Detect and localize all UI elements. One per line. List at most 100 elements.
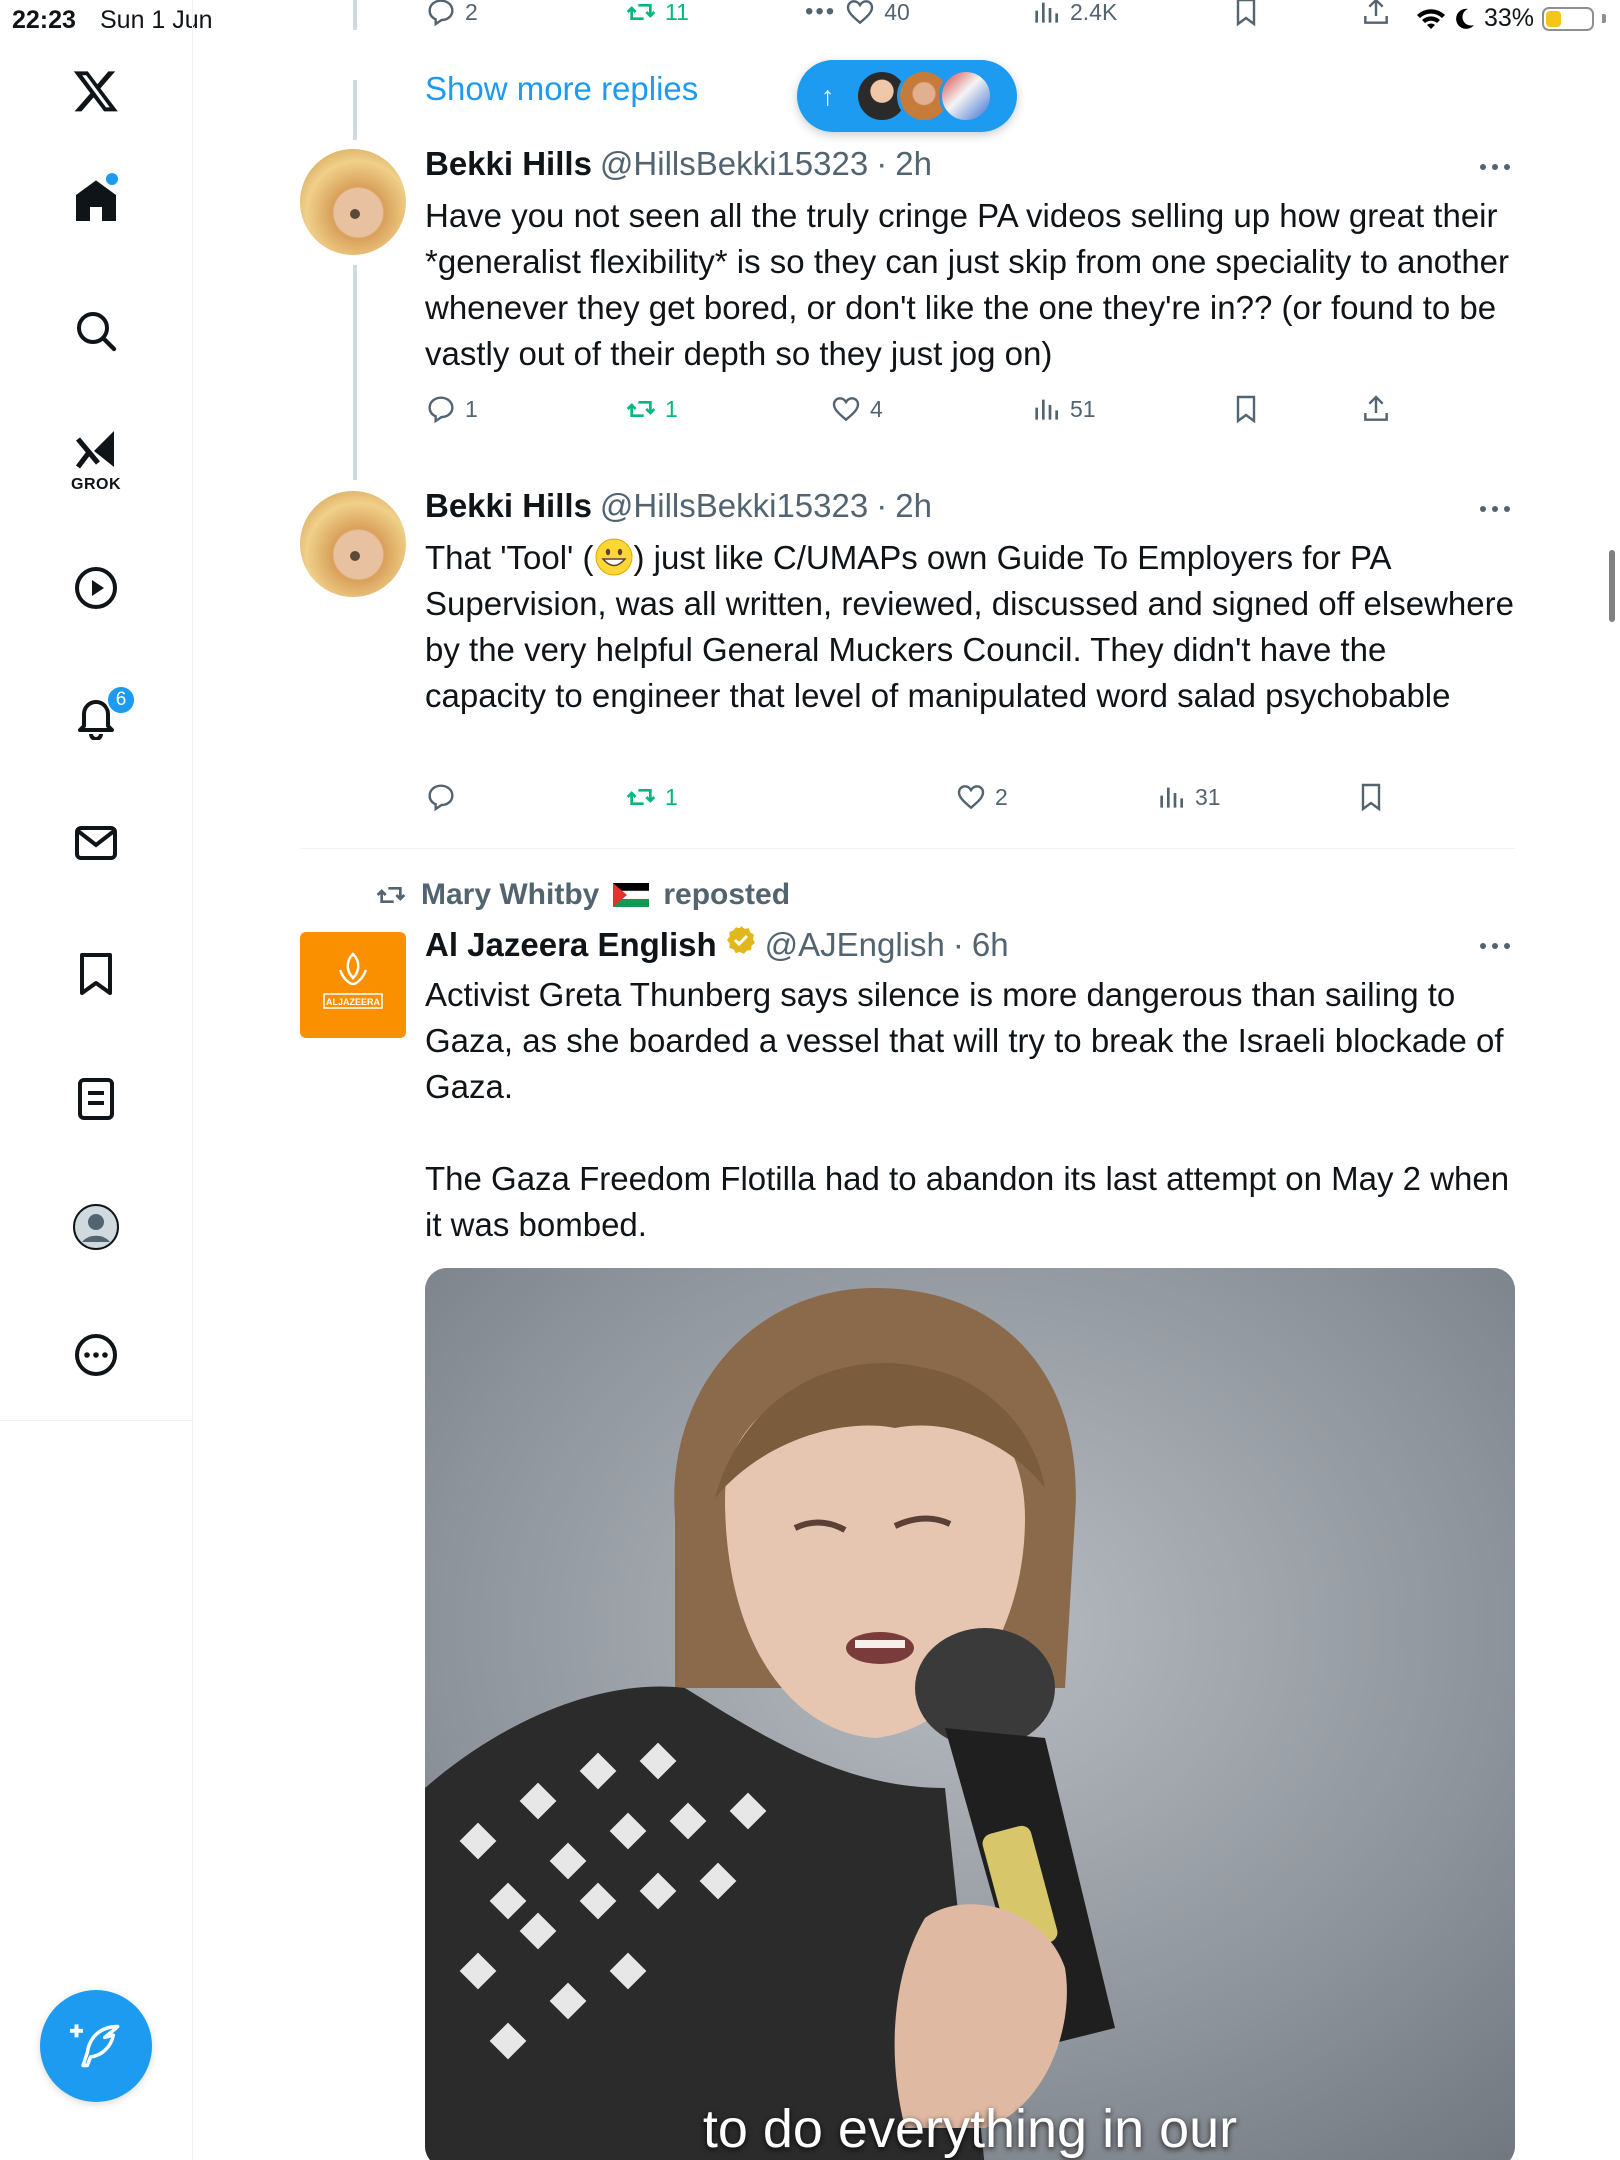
like-count: 4: [870, 395, 883, 422]
messages-mail-icon[interactable]: [55, 802, 137, 884]
more-options-icon[interactable]: [55, 1314, 137, 1396]
post[interactable]: Mary Whitby reposted ALJAZEERA Al Jazeer…: [300, 870, 1515, 2160]
post-time[interactable]: 6h: [972, 926, 1009, 964]
share-button[interactable]: [1360, 393, 1392, 425]
repost-icon: [626, 401, 656, 417]
views-button[interactable]: 2.4K: [1030, 0, 1117, 28]
post-text: Activist Greta Thunberg says silence is …: [425, 976, 1510, 1243]
share-icon: [1364, 0, 1388, 24]
bookmarks-icon[interactable]: [55, 932, 137, 1014]
compose-feather-icon: [70, 2024, 120, 2068]
reposted-by-name[interactable]: Mary Whitby: [421, 878, 599, 912]
reply-count: 1: [465, 395, 478, 422]
repost-context: Mary Whitby reposted: [375, 878, 790, 912]
user-avatar[interactable]: [300, 149, 406, 255]
author-handle[interactable]: @HillsBekki15323: [600, 487, 868, 525]
profile-avatar-icon[interactable]: [55, 1186, 137, 1268]
x-logo-icon[interactable]: [55, 50, 137, 132]
views-button[interactable]: 31: [1155, 781, 1221, 813]
views-count: 31: [1195, 783, 1221, 810]
post-actions: 1 2 31: [425, 781, 1425, 821]
like-count: 2: [995, 783, 1008, 810]
author-name[interactable]: Bekki Hills: [425, 487, 592, 525]
left-nav: GROK 6: [0, 0, 193, 2160]
repost-button[interactable]: 11: [625, 0, 689, 28]
show-more-replies-link[interactable]: Show more replies: [425, 70, 698, 108]
grok-label: GROK: [71, 476, 121, 493]
post-time[interactable]: 2h: [895, 487, 932, 525]
post-header: Bekki Hills @HillsBekki15323 · 2h: [425, 145, 932, 183]
bookmark-icon: [1236, 395, 1256, 424]
author-handle[interactable]: @HillsBekki15323: [600, 145, 868, 183]
repost-count: 11: [665, 0, 689, 25]
scrollbar-thumb[interactable]: [1609, 550, 1615, 622]
meta-separator: ·: [876, 145, 888, 182]
video-media[interactable]: to do everything in our: [425, 1268, 1515, 2160]
author-name[interactable]: Al Jazeera English: [425, 926, 717, 964]
like-button[interactable]: 2: [955, 781, 1008, 813]
views-count: 51: [1070, 395, 1096, 422]
post-actions: 1 1 4 51: [425, 393, 1425, 433]
post-more-icon[interactable]: [1475, 157, 1515, 177]
share-icon: [1364, 395, 1388, 421]
post-text: That 'Tool' () just like C/UMAPs own Gui…: [425, 535, 1515, 719]
bookmark-icon: [1361, 783, 1381, 812]
repost-icon: [626, 789, 656, 805]
video-icon[interactable]: [55, 547, 137, 629]
post-header: Al Jazeera English @AJEnglish · 6h: [425, 924, 1009, 964]
post[interactable]: Bekki Hills @HillsBekki15323 · 2h Have y…: [300, 145, 1519, 480]
aljazeera-logo-icon: ALJAZEERA: [323, 952, 383, 1009]
battery-icon: [1542, 6, 1594, 31]
previous-post-actions: 2 11 ••• 40 2.4K: [425, 0, 1425, 32]
repost-button[interactable]: 1: [625, 781, 678, 813]
reply-icon: [428, 0, 454, 27]
verified-gold-badge-icon: [726, 926, 755, 954]
thread-connector: [353, 80, 357, 140]
compose-post-button[interactable]: [40, 1990, 152, 2102]
post-text: Have you not seen all the truly cringe P…: [425, 197, 1519, 372]
aljazeera-logo-avatar[interactable]: ALJAZEERA: [300, 932, 406, 1038]
like-count: 40: [884, 0, 910, 25]
post-text-part: That 'Tool' (: [425, 539, 594, 576]
reply-count: 2: [465, 0, 478, 25]
views-chart-icon: [1035, 399, 1058, 420]
author-name[interactable]: Bekki Hills: [425, 145, 592, 183]
views-button[interactable]: 51: [1030, 393, 1096, 425]
reply-button[interactable]: 2: [425, 0, 478, 28]
post-more-icon[interactable]: [1475, 936, 1515, 956]
post[interactable]: Bekki Hills @HillsBekki15323 · 2h That '…: [300, 487, 1515, 847]
reply-button[interactable]: [425, 781, 465, 813]
battery-tip: [1602, 14, 1606, 23]
video-frame-image: [425, 1268, 1515, 2160]
bookmark-button[interactable]: [1355, 781, 1387, 813]
bookmark-button[interactable]: [1230, 0, 1262, 28]
post-more-icon[interactable]: [1475, 499, 1515, 519]
reply-icon: [428, 784, 454, 812]
heart-icon: [847, 0, 874, 25]
user-avatar[interactable]: [300, 491, 406, 597]
palestine-flag-icon: [613, 883, 650, 907]
lists-icon[interactable]: [55, 1058, 137, 1140]
grinning-emoji-icon: [595, 538, 632, 576]
repost-button[interactable]: 1: [625, 393, 678, 425]
share-button[interactable]: [1360, 0, 1392, 28]
meta-separator: ·: [876, 487, 888, 524]
ellipsis-connector: •••: [805, 0, 837, 25]
post-time[interactable]: 2h: [895, 145, 932, 183]
repost-icon: [626, 4, 656, 20]
post-divider: [300, 848, 1515, 849]
like-button[interactable]: 4: [830, 393, 883, 425]
thread-connector: [353, 265, 357, 480]
avatar-face-icon: [350, 209, 360, 219]
thread-connector: [353, 0, 357, 30]
repost-count: 1: [665, 783, 678, 810]
like-button[interactable]: ••• 40: [805, 0, 910, 28]
home-icon[interactable]: [55, 160, 137, 242]
search-icon[interactable]: [55, 290, 137, 372]
views-chart-icon: [1035, 2, 1058, 23]
post-header: Bekki Hills @HillsBekki15323 · 2h: [425, 487, 932, 525]
new-posts-pill[interactable]: ↑: [797, 60, 1017, 132]
bookmark-button[interactable]: [1230, 393, 1262, 425]
reply-button[interactable]: 1: [425, 393, 478, 425]
author-handle[interactable]: @AJEnglish: [765, 926, 945, 964]
